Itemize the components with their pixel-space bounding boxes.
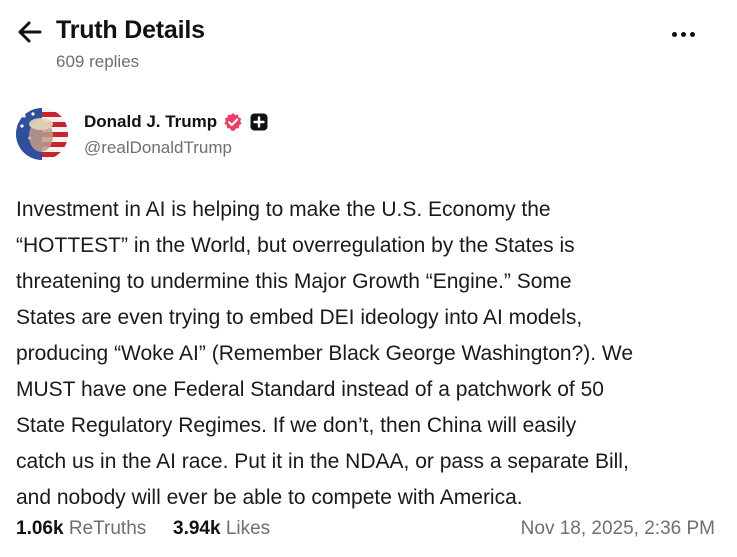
more-dot	[690, 32, 695, 37]
author-name-row: Donald J. Trump	[84, 110, 269, 134]
more-horizontal-icon	[672, 32, 677, 37]
post-line: Investment in AI is helping to make the …	[16, 198, 551, 221]
retruths-label: ReTruths	[68, 518, 147, 539]
page-title: Truth Details	[56, 16, 205, 44]
post-body: Investment in AI is helping to make the …	[16, 192, 728, 516]
post-line: producing “Woke AI” (Remember Black Geor…	[16, 342, 634, 365]
more-options-button[interactable]	[670, 22, 700, 46]
author-handle[interactable]: @realDonaldTrump	[84, 138, 232, 158]
post-line: MUST have one Federal Standard instead o…	[16, 378, 604, 401]
retruths-stat[interactable]: 1.06k ReTruths	[16, 518, 146, 540]
post-line: and nobody will ever be able to compete …	[16, 486, 523, 509]
post-timestamp: Nov 18, 2025, 2:36 PM	[520, 518, 715, 539]
back-button[interactable]	[14, 18, 46, 46]
post-line: “HOTTEST” in the World, but overregulati…	[16, 234, 575, 257]
plus-badge-icon	[250, 113, 268, 131]
post-line: States are even trying to embed DEI ideo…	[16, 306, 583, 329]
more-dot	[681, 32, 686, 37]
retruths-count: 1.06k	[16, 518, 64, 539]
page-header: Truth Details 609 replies	[0, 0, 737, 90]
post-line: State Regulatory Regimes. If we don’t, t…	[16, 414, 577, 437]
likes-stat[interactable]: 3.94k Likes	[173, 518, 270, 540]
arrow-left-icon	[18, 21, 42, 43]
post-footer: 1.06k ReTruths 3.94k Likes Nov 18, 2025,…	[0, 512, 737, 548]
verified-badge-icon	[224, 113, 242, 131]
post-line: threatening to undermine this Major Grow…	[16, 270, 572, 293]
reply-count: 609 replies	[56, 52, 140, 71]
author-name[interactable]: Donald J. Trump	[84, 112, 217, 132]
author-block: Donald J. Trump @realDonaldTrump	[0, 100, 737, 170]
likes-count: 3.94k	[173, 518, 221, 539]
post-line: catch us in the AI race. Put it in the N…	[16, 450, 629, 473]
avatar[interactable]	[16, 108, 68, 160]
likes-label: Likes	[225, 518, 271, 539]
avatar-image	[16, 108, 68, 160]
